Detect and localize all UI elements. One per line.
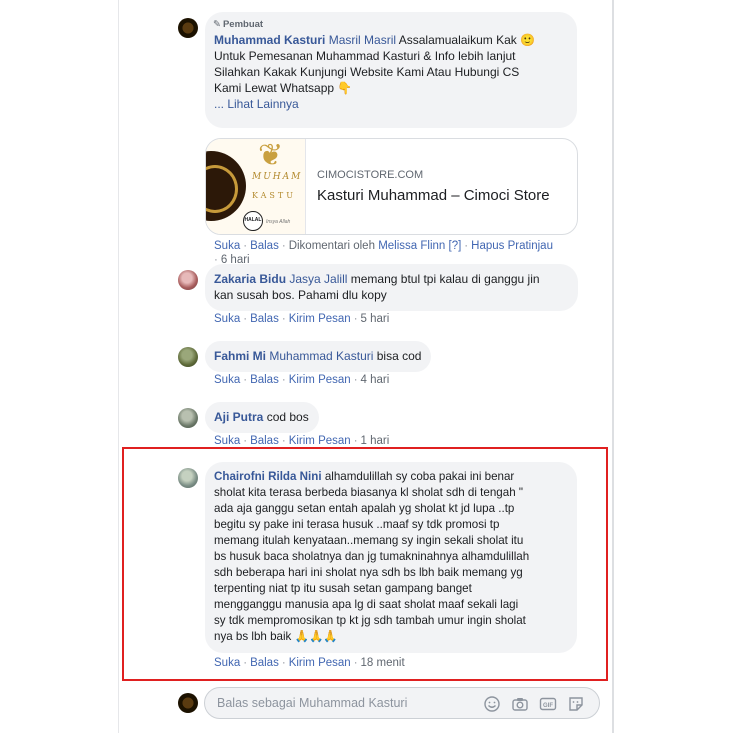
image-text: KASTU	[252, 191, 296, 200]
comment-time[interactable]: 18 menit	[361, 657, 405, 669]
comment-author[interactable]: Aji Putra	[214, 410, 263, 424]
comment-bubble: Fahmi Mi Muhammad Kasturi bisa cod	[205, 341, 432, 372]
avatar[interactable]	[178, 468, 198, 488]
svg-text:GIF: GIF	[543, 703, 553, 709]
reply-link[interactable]: Balas	[250, 313, 279, 325]
comment-text: mengganggu manusia apa lg di saat sholat…	[214, 598, 519, 611]
send-message-link[interactable]: Kirim Pesan	[289, 313, 351, 325]
comment-bubble: Aji Putra cod bos	[205, 402, 319, 433]
comment-text: cod bos	[266, 410, 309, 424]
comment-author[interactable]: Zakaria Bidu	[214, 272, 286, 286]
mention-link[interactable]: Masril Masril	[329, 33, 396, 47]
comment-time[interactable]: 4 hari	[361, 374, 390, 386]
comment-line: Muhammad Kasturi Masril Masril Assalamua…	[214, 32, 567, 48]
comment-text: Kami Lewat Whatsapp 👇	[214, 81, 353, 95]
comment-text: terpenting niat tp itu susah setan gampa…	[214, 582, 472, 595]
comment-text: Untuk Pemesanan Muhammad Kasturi & Info …	[214, 49, 516, 63]
reply-link[interactable]: Balas	[250, 374, 279, 386]
halal-logo: HALAL	[243, 211, 263, 231]
like-link[interactable]: Suka	[214, 374, 240, 386]
link-domain: CIMOCISTORE.COM	[317, 169, 424, 181]
logo-circle	[206, 151, 246, 221]
comment-author[interactable]: Muhammad Kasturi	[214, 33, 325, 47]
comment-text: Silahkan Kakak Kunjungi Website Kami Ata…	[214, 65, 520, 79]
comment-text: sdh beberapa hari ini sholat nya sdh bs …	[214, 566, 523, 579]
reply-link[interactable]: Balas	[250, 435, 279, 447]
comment-text: begitu sy pake ini terasa husuk ..maaf s…	[214, 518, 500, 531]
commented-by-name[interactable]: Melissa Flinn	[378, 240, 445, 252]
comment-text: sy tdk mempromosikan tp kt jg sdh tambah…	[214, 614, 526, 627]
like-link[interactable]: Suka	[214, 240, 240, 252]
pencil-icon: ✎	[213, 19, 221, 30]
comment-text: nya bs lbh baik 🙏🙏🙏	[214, 630, 338, 643]
sticker-icon[interactable]	[567, 695, 585, 713]
comment-bubble: ✎ Pembuat Muhammad Kasturi Masril Masril …	[205, 12, 577, 128]
comment-actions: Suka · Balas · Kirim Pesan · 5 hari	[214, 313, 390, 325]
comment-text: bisa cod	[376, 349, 422, 363]
like-link[interactable]: Suka	[214, 435, 240, 447]
commented-by-label: Dikomentari oleh	[288, 240, 375, 252]
left-divider	[118, 0, 119, 733]
send-message-link[interactable]: Kirim Pesan	[289, 435, 351, 447]
comment-actions: Suka · Balas · Dikomentari oleh Melissa Flin…	[214, 240, 553, 266]
avatar[interactable]	[178, 18, 198, 38]
like-link[interactable]: Suka	[214, 657, 240, 669]
send-message-link[interactable]: Kirim Pesan	[289, 374, 351, 386]
comment-text: Assalamualaikum Kak 🙂	[398, 33, 536, 47]
comment-actions: Suka · Balas · Kirim Pesan · 1 hari	[214, 435, 390, 447]
help-link[interactable]: [?]	[449, 240, 462, 252]
right-divider	[612, 0, 614, 733]
emoji-icon[interactable]	[483, 695, 501, 713]
comment-text: memang btul tpi kalau di ganggu jin	[350, 272, 540, 286]
image-text: MUHAM	[252, 172, 303, 182]
comment-text: memang itulah kenyataan..memang sy ingin…	[214, 534, 524, 547]
reply-composer: Balas sebagai Muhammad Kasturi GIF	[178, 685, 602, 721]
like-link[interactable]: Suka	[214, 313, 240, 325]
remove-preview-link[interactable]: Hapus Pratinjau	[471, 240, 553, 252]
mention-link[interactable]: Jasya Jalill	[289, 272, 347, 286]
link-preview-image: ❦ MUHAM KASTU HALAL Insya Allah	[206, 139, 306, 234]
link-title[interactable]: Kasturi Muhammad – Cimoci Store	[317, 187, 550, 204]
reply-link[interactable]: Balas	[250, 657, 279, 669]
comment-text: bs husuk baca sholatnya dan jg tumaknina…	[214, 550, 530, 563]
comment-text: ada aja ganggu setan entah apalah yg sho…	[214, 502, 515, 515]
comment-time[interactable]: 5 hari	[361, 313, 390, 325]
gif-icon[interactable]: GIF	[539, 695, 557, 713]
comment-actions: Suka · Balas · Kirim Pesan · 4 hari	[214, 374, 390, 386]
ornament-icon: ❦	[258, 139, 284, 172]
image-small-text: Insya Allah	[266, 219, 291, 225]
comment-author[interactable]: Chairofni Rilda Nini	[214, 470, 322, 483]
avatar[interactable]	[178, 347, 198, 367]
link-preview-card[interactable]: ❦ MUHAM KASTU HALAL Insya Allah CIMOCIST…	[205, 138, 578, 235]
reply-placeholder: Balas sebagai Muhammad Kasturi	[217, 696, 408, 710]
mention-link[interactable]: Muhammad Kasturi	[269, 349, 373, 363]
reply-link[interactable]: Balas	[250, 240, 279, 252]
author-badge: ✎ Pembuat	[213, 17, 263, 33]
avatar[interactable]	[178, 408, 198, 428]
avatar[interactable]	[178, 270, 198, 290]
camera-icon[interactable]	[511, 695, 529, 713]
comment-actions: Suka · Balas · Kirim Pesan · 18 menit	[214, 657, 405, 669]
reply-input[interactable]: Balas sebagai Muhammad Kasturi GIF	[204, 687, 600, 719]
see-more-link[interactable]: ... Lihat Lainnya	[214, 96, 567, 112]
comment-author[interactable]: Fahmi Mi	[214, 349, 266, 363]
comment-bubble: Chairofni Rilda Nini alhamdulillah sy co…	[205, 462, 577, 653]
comment-text: sholat kita terasa berbeda biasanya kl s…	[214, 486, 523, 499]
comment-text: alhamdulillah sy coba pakai ini benar	[324, 470, 515, 483]
comment-bubble: Zakaria Bidu Jasya Jalill memang btul tp…	[205, 264, 578, 311]
comment-text: kan susah bos. Pahami dlu kopy	[214, 288, 387, 302]
avatar	[178, 693, 198, 713]
comment-time[interactable]: 1 hari	[361, 435, 390, 447]
send-message-link[interactable]: Kirim Pesan	[289, 657, 351, 669]
